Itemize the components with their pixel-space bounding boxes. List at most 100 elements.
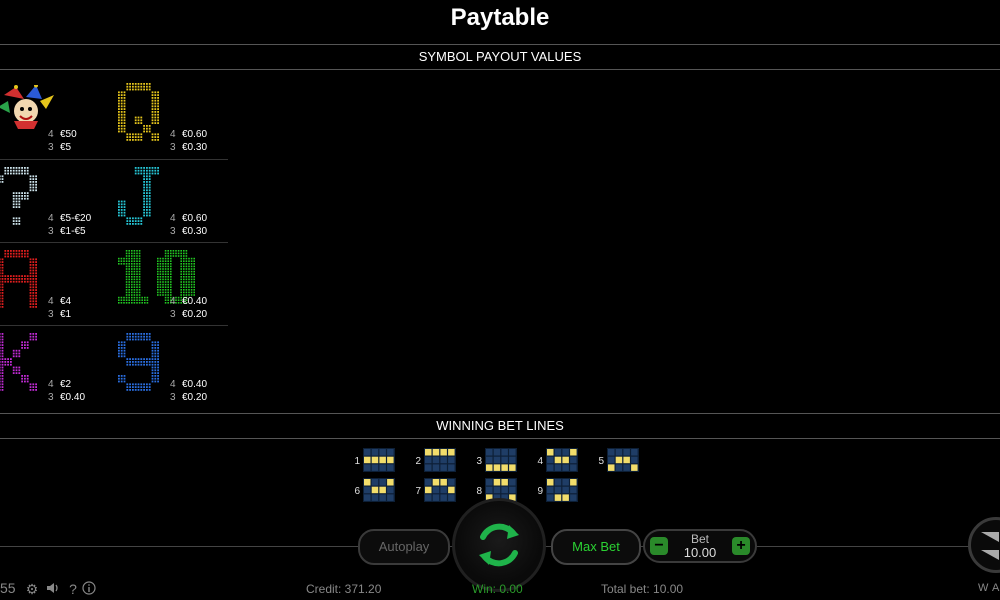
line-cell-active (547, 449, 554, 456)
line-cell (570, 494, 577, 501)
line-cell-active (387, 479, 394, 486)
line-cell (364, 494, 371, 501)
line-cell (387, 486, 394, 494)
line-cell-active (387, 456, 394, 464)
symbol-cell-ten: 4 €0.40 3 €0.20 (108, 244, 220, 327)
bet-increase-button[interactable]: + (732, 537, 750, 555)
bet-line-4: 4 (533, 448, 581, 472)
help-icon[interactable]: ? (65, 581, 81, 597)
line-cell-active (570, 449, 577, 456)
line-cell (562, 464, 569, 471)
line-cell (562, 449, 569, 456)
payout-amount: €1 (60, 309, 72, 320)
line-cell (501, 456, 508, 464)
line-cell (486, 486, 493, 494)
line-cell (501, 449, 508, 456)
payout-amount: €0.60 (182, 129, 208, 140)
line-cell (432, 464, 440, 471)
line-cell-active (608, 464, 615, 471)
payout-amount: €0.40 (182, 296, 208, 307)
bet-line-number: 3 (476, 456, 482, 467)
line-cell (425, 494, 432, 501)
line-cell-active (364, 479, 371, 486)
gear-icon[interactable]: ⚙ (24, 581, 40, 597)
total-bet-display: Total bet: 10.00 (601, 582, 684, 596)
line-cell (432, 486, 440, 494)
bet-line-6: 6 (350, 478, 398, 502)
sound-icon[interactable] (45, 581, 61, 597)
payout-row: 4 €5-€20 (48, 213, 91, 224)
payout-row: 3 €0.20 (170, 392, 207, 403)
bet-decrease-button[interactable]: − (650, 537, 668, 555)
payout-row: 3 €1 (48, 309, 71, 320)
payout-amount: €5-€20 (60, 213, 92, 224)
brand-logo: WAT (978, 582, 1000, 594)
line-cell-active (486, 464, 493, 471)
line-cell (570, 456, 577, 464)
bet-line-5: 5 (594, 448, 642, 472)
line-cell-active (570, 479, 577, 486)
payout-amount: €50 (60, 129, 77, 140)
payout-count: 4 (170, 129, 176, 140)
clock: 55 (0, 580, 16, 596)
line-cell (562, 486, 569, 494)
line-cell-active (623, 456, 630, 464)
line-cell (509, 479, 516, 486)
payout-row: 4 €0.60 (170, 213, 207, 224)
line-cell (547, 494, 554, 501)
line-cell-active (493, 479, 501, 486)
line-cell (554, 479, 562, 486)
line-cell (486, 456, 493, 464)
bet-line-number: 9 (537, 486, 543, 497)
payout-row: 4 €0.60 (170, 129, 207, 140)
line-cell (379, 479, 386, 486)
line-cell (371, 449, 379, 456)
line-cell-active (615, 456, 623, 464)
bet-line-pattern (363, 448, 395, 472)
arrows-icon (981, 532, 999, 560)
payout-row: 3 €1-€5 (48, 226, 86, 237)
payout-amount: €5 (60, 142, 72, 153)
autoplay-button[interactable]: Autoplay (358, 529, 450, 565)
line-cell (425, 456, 432, 464)
info-icon[interactable] (81, 581, 97, 597)
symbol-q-icon (118, 83, 178, 141)
symbol-cell-a: 4 €4 3 €1 (0, 244, 98, 327)
menu-button[interactable] (968, 517, 1000, 573)
line-cell-active (554, 456, 562, 464)
payout-row: 4 €0.40 (170, 379, 207, 390)
payout-count: 4 (48, 129, 54, 140)
line-cell (631, 449, 638, 456)
payout-row-divider (0, 325, 228, 326)
line-cell-active (364, 456, 371, 464)
symbol-nine-icon (118, 333, 178, 391)
line-cell (379, 449, 386, 456)
payout-count: 3 (48, 226, 54, 237)
line-cell (379, 464, 386, 471)
line-cell-active (379, 486, 386, 494)
line-cell-active (501, 479, 508, 486)
line-cell (509, 449, 516, 456)
bet-line-number: 2 (415, 456, 421, 467)
payout-row-divider (0, 159, 228, 160)
symbol-cell-nine: 4 €0.40 3 €0.20 (108, 327, 220, 410)
line-cell (554, 449, 562, 456)
payout-row: 4 €4 (48, 296, 71, 307)
spin-button[interactable] (452, 498, 546, 592)
bet-line-number: 8 (476, 486, 482, 497)
line-cell-active (448, 449, 455, 456)
line-cell (509, 486, 516, 494)
payout-count: 4 (170, 296, 176, 307)
line-cell (440, 494, 447, 501)
max-bet-button[interactable]: Max Bet (551, 529, 641, 565)
line-cell-active (371, 456, 379, 464)
line-cell (371, 464, 379, 471)
payout-count: 3 (48, 392, 54, 403)
line-cell (615, 464, 623, 471)
line-cell-active (554, 494, 562, 501)
line-cell-active (547, 479, 554, 486)
line-cell (623, 449, 630, 456)
line-cell (448, 456, 455, 464)
bet-line-1: 1 (350, 448, 398, 472)
line-cell (448, 464, 455, 471)
